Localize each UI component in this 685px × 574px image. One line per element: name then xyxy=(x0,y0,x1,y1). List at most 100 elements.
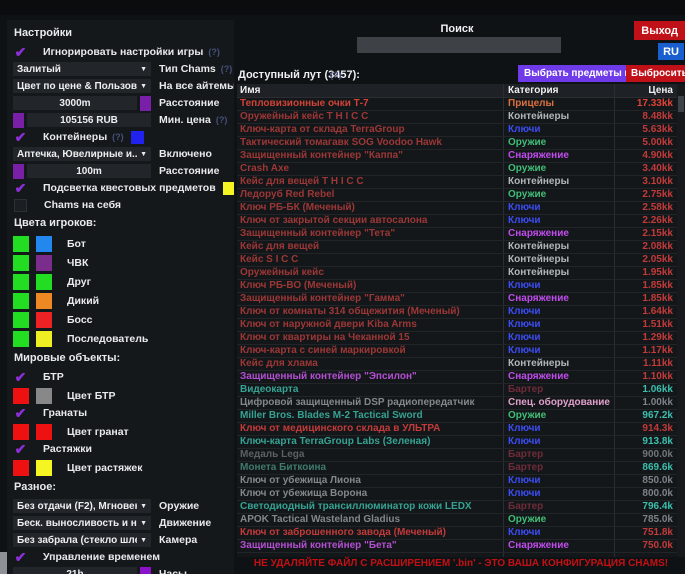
drop-all-button[interactable]: Выбросить все xyxy=(626,65,685,82)
loot-row[interactable]: Ключ от заброшенного завода (Меченый)Клю… xyxy=(237,527,677,540)
camera-dropdown[interactable]: Без забрала (стекло шлема)▼ xyxy=(13,533,151,547)
color-swatch[interactable] xyxy=(140,567,151,574)
quest-items-checkbox[interactable]: ✔ xyxy=(13,181,28,195)
loot-row[interactable]: Ключ-карта от склада TerraGroupКлючи5.63… xyxy=(237,124,677,137)
follower-colors-secondary-swatch[interactable] xyxy=(36,331,52,347)
loot-row[interactable]: ВидеокартаБартер1.06kk xyxy=(237,384,677,397)
loot-item-name: Miller Bros. Blades M-2 Tactical Sword xyxy=(237,410,503,422)
loot-scrollbar-thumb[interactable] xyxy=(678,96,684,112)
loot-row[interactable]: Ключ от убежища ВоронаКлючи800.0k xyxy=(237,488,677,501)
pmc-colors-primary-swatch[interactable] xyxy=(13,255,29,271)
loot-row[interactable]: Тактический томагавк SOG Voodoo HawkОруж… xyxy=(237,137,677,150)
btr-colors-secondary-swatch[interactable] xyxy=(36,388,52,404)
loot-row[interactable]: APOK Tactical Wasteland GladiusОружие785… xyxy=(237,514,677,527)
loot-row[interactable]: Ледоруб Red RebelОружие2.75kk xyxy=(237,189,677,202)
loot-row[interactable]: Защищенный контейнер "Гамма"Снаряжение1.… xyxy=(237,293,677,306)
enabled-categories-dropdown[interactable]: Аптечка, Ювелирные и...▼ xyxy=(13,147,151,161)
loot-row[interactable]: Кейс для вещейКонтейнеры2.08kk xyxy=(237,241,677,254)
bot-colors-secondary-swatch[interactable] xyxy=(36,236,52,252)
loot-row[interactable]: Медаль LegaБартер900.0k xyxy=(237,449,677,462)
loot-row[interactable]: Защищенный контейнер "Тета"Снаряжение2.1… xyxy=(237,228,677,241)
scav-colors-primary-swatch[interactable] xyxy=(13,293,29,309)
bot-colors-label: Бот xyxy=(67,238,86,250)
follower-colors-primary-swatch[interactable] xyxy=(13,331,29,347)
loot-item-category: Ключи xyxy=(503,423,614,435)
loot-row[interactable]: Ключ от наружной двери Kiba ArmsКлючи1.5… xyxy=(237,319,677,332)
loot-row[interactable]: Цифровой защищенный DSP радиопередатчикС… xyxy=(237,397,677,410)
exit-button[interactable]: Выход xyxy=(634,21,685,40)
loot-row[interactable]: Светодиодный трансиллюминатор кожи LEDXБ… xyxy=(237,501,677,514)
loot-row[interactable]: Кейс S I C CКонтейнеры2.05kk xyxy=(237,254,677,267)
pmc-colors-secondary-swatch[interactable] xyxy=(36,255,52,271)
color-swatch[interactable] xyxy=(223,182,234,195)
loot-row[interactable]: Ключ-карта с синей маркировкойКлючи1.17k… xyxy=(237,345,677,358)
sidebar-scrollbar-thumb[interactable] xyxy=(0,552,7,574)
tripwire-colors-primary-swatch[interactable] xyxy=(13,460,29,476)
loot-item-category: Ключи xyxy=(503,488,614,500)
chams-type-dropdown[interactable]: Залитый▼ xyxy=(13,62,151,76)
boss-colors-primary-swatch[interactable] xyxy=(13,312,29,328)
ignore-game-settings-checkbox-row: ✔Игнорировать настройки игры(?) xyxy=(11,45,234,59)
loot-row[interactable]: Ключ от убежища ЛионаКлючи850.0k xyxy=(237,475,677,488)
containers-checkbox[interactable]: ✔ xyxy=(13,130,28,144)
loot-row[interactable]: Miller Bros. Blades M-2 Tactical SwordОр… xyxy=(237,410,677,423)
min-price-input[interactable]: 105156 RUB xyxy=(27,113,151,127)
loot-row[interactable]: Ключ-карта TerraGroup Labs (Зеленая)Ключ… xyxy=(237,436,677,449)
color-swatch[interactable] xyxy=(131,131,144,144)
movement-dropdown[interactable]: Беск. выносливость и нет уста▼ xyxy=(13,516,151,530)
ignore-game-settings-checkbox-label: Игнорировать настройки игры xyxy=(43,46,203,58)
loot-row[interactable]: Защищенный контейнер "Эпсилон"Снаряжение… xyxy=(237,371,677,384)
grenade-colors-primary-swatch[interactable] xyxy=(13,424,29,440)
btr-checkbox[interactable]: ✔ xyxy=(13,370,28,384)
distance-input[interactable]: 3000m xyxy=(13,96,137,110)
self-chams-checkbox[interactable] xyxy=(14,199,27,212)
loot-row[interactable]: Кейс для хламаКонтейнеры1.11kk xyxy=(237,358,677,371)
language-button[interactable]: RU xyxy=(658,43,684,60)
all-items-dropdown[interactable]: Цвет по цене & Пользователь▼ xyxy=(13,79,151,93)
weapon-dropdown[interactable]: Без отдачи (F2), Мгновенное п▼ xyxy=(13,499,151,513)
color-swatch[interactable] xyxy=(140,96,151,111)
container-distance-input[interactable]: 100m xyxy=(27,164,151,178)
loot-row[interactable]: Защищенный контейнер "Бета"Снаряжение750… xyxy=(237,540,677,553)
grenades-checkbox[interactable]: ✔ xyxy=(13,406,28,420)
loot-row[interactable]: Ключ РБ-ВО (Меченый)Ключи1.85kk xyxy=(237,280,677,293)
loot-item-name: Защищенный контейнер "Тета" xyxy=(237,228,503,240)
loot-row[interactable]: Тепловизионные очки Т-7Прицелы17.33kk xyxy=(237,98,677,111)
loot-item-price: 1.11kk xyxy=(614,358,677,370)
friend-colors-primary-swatch[interactable] xyxy=(13,274,29,290)
scav-colors-secondary-swatch[interactable] xyxy=(36,293,52,309)
boss-colors-secondary-swatch[interactable] xyxy=(36,312,52,328)
loot-row[interactable]: Монета БиткоинаБартер869.6k xyxy=(237,462,677,475)
loot-row[interactable]: Защищенный контейнер "Каппа"Снаряжение4.… xyxy=(237,150,677,163)
loot-item-price: 967.2k xyxy=(614,410,677,422)
loot-item-price: 1.29kk xyxy=(614,332,677,344)
loot-row[interactable]: Кейс для вещей T H I C CКонтейнеры3.10kk xyxy=(237,176,677,189)
loot-row[interactable]: Ключ от комнаты 314 общежития (Меченый)К… xyxy=(237,306,677,319)
friend-colors-secondary-swatch[interactable] xyxy=(36,274,52,290)
grenade-colors-secondary-swatch[interactable] xyxy=(36,424,52,440)
loot-row[interactable]: Оружейный кейсКонтейнеры1.95kk xyxy=(237,267,677,280)
color-swatch[interactable] xyxy=(13,164,24,179)
loot-row[interactable]: Crash AxeОружие3.40kk xyxy=(237,163,677,176)
search-input[interactable] xyxy=(357,37,561,53)
all-items-dropdown-label: На все айтемы xyxy=(159,80,234,92)
enabled-categories-dropdown-value: Аптечка, Ювелирные и... xyxy=(17,149,137,160)
camera-dropdown-row: Без забрала (стекло шлема)▼Камера xyxy=(11,533,234,547)
loot-row[interactable]: Ключ от квартиры на Чеканной 15Ключи1.29… xyxy=(237,332,677,345)
loot-row[interactable]: Ключ от медицинского склада в УЛЬТРАКлюч… xyxy=(237,423,677,436)
ignore-game-settings-checkbox[interactable]: ✔ xyxy=(13,45,28,59)
btr-colors-primary-swatch[interactable] xyxy=(13,388,29,404)
bot-colors-primary-swatch[interactable] xyxy=(13,236,29,252)
hours-input[interactable]: 21h xyxy=(13,567,137,574)
tripwire-colors-secondary-swatch[interactable] xyxy=(36,460,52,476)
loot-row[interactable]: Оружейный кейс T H I C CКонтейнеры8.48kk xyxy=(237,111,677,124)
loot-title: Доступный лут (3457): xyxy=(238,69,360,81)
loot-row[interactable]: Ключ РБ-БК (Меченый)Ключи2.58kk xyxy=(237,202,677,215)
column-header-name: Имя xyxy=(237,84,503,97)
time-control-checkbox[interactable]: ✔ xyxy=(13,550,28,564)
loot-item-name: Защищенный контейнер "Эпсилон" xyxy=(237,371,503,383)
color-swatch[interactable] xyxy=(13,113,24,128)
loot-item-category: Ключи xyxy=(503,202,614,214)
loot-row[interactable]: Ключ от закрытой секции автосалонаКлючи2… xyxy=(237,215,677,228)
tripwires-checkbox[interactable]: ✔ xyxy=(13,442,28,456)
